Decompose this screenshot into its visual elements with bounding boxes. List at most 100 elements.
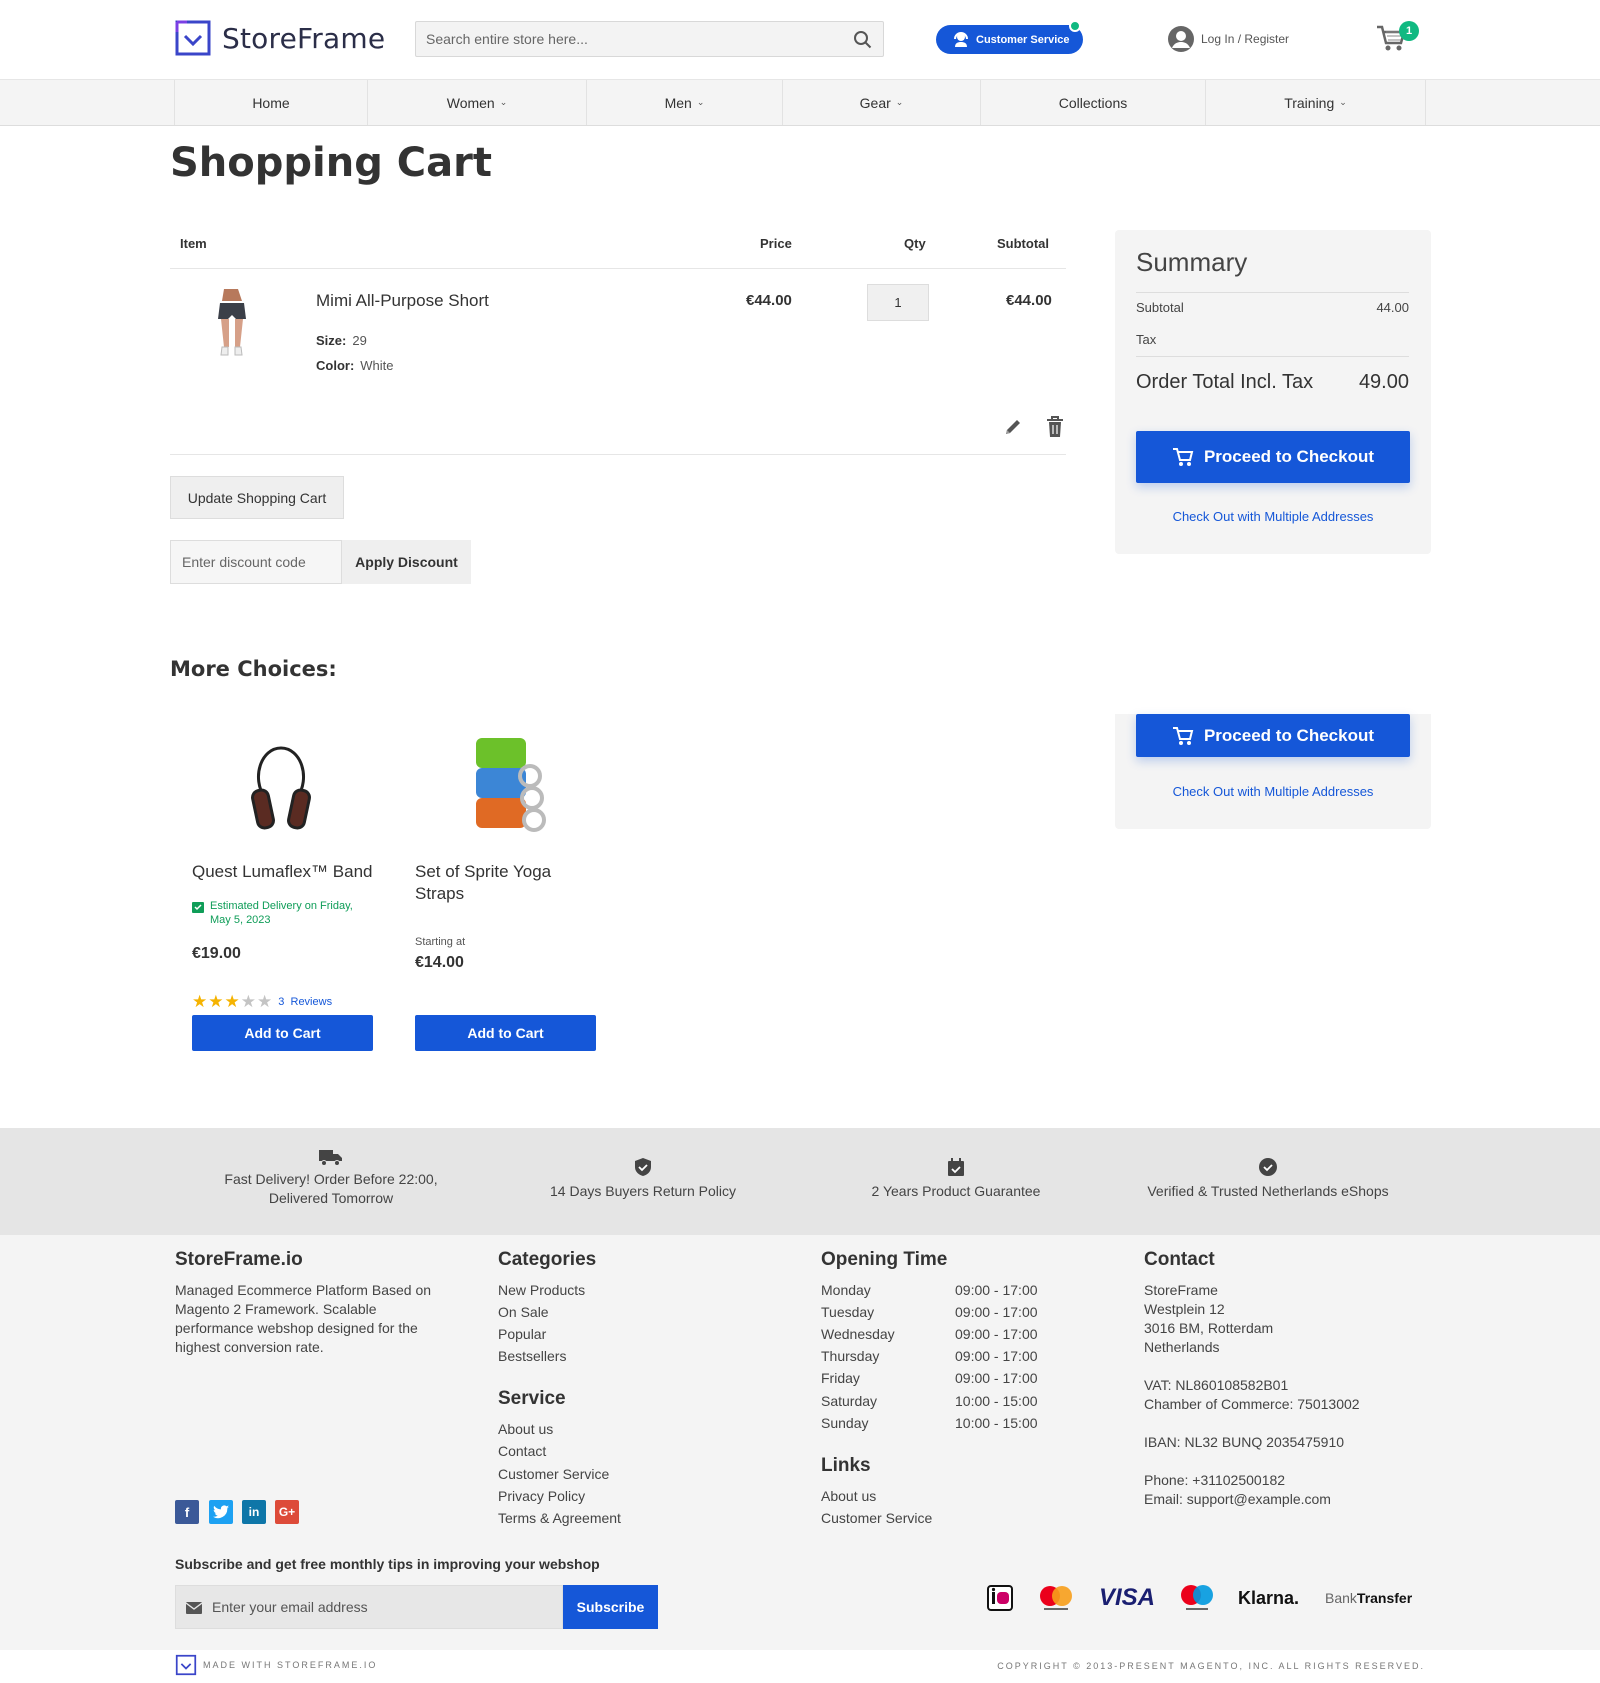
- facebook-icon[interactable]: f: [175, 1500, 199, 1524]
- opening-day: Sunday: [821, 1415, 869, 1431]
- edit-pencil-icon[interactable]: [1003, 417, 1023, 437]
- customer-service-button[interactable]: Customer Service: [936, 25, 1083, 54]
- order-total-row: Order Total Incl. Tax 49.00: [1136, 371, 1409, 394]
- linkedin-icon[interactable]: in: [242, 1500, 266, 1524]
- store-logo[interactable]: StoreFrame: [174, 19, 385, 57]
- add-to-cart-button[interactable]: Add to Cart: [192, 1015, 373, 1051]
- newsletter-form: [175, 1585, 563, 1629]
- nav-item-men[interactable]: Men ⌄: [587, 80, 783, 125]
- footer-link[interactable]: Bestsellers: [498, 1348, 566, 1364]
- twitter-icon[interactable]: [209, 1500, 233, 1524]
- transfer-text: Transfer: [1356, 1590, 1413, 1606]
- search-icon[interactable]: [853, 30, 873, 50]
- footer-link[interactable]: Popular: [498, 1326, 546, 1342]
- proceed-to-checkout-button-sticky[interactable]: Proceed to Checkout: [1136, 714, 1410, 757]
- cart-count-badge: 1: [1399, 21, 1419, 41]
- subtotal-row: Subtotal 44.00: [1136, 300, 1409, 315]
- subscribe-button[interactable]: Subscribe: [563, 1585, 658, 1629]
- user-icon: [1168, 26, 1194, 52]
- footer-link[interactable]: On Sale: [498, 1304, 549, 1320]
- headset-icon: [954, 32, 968, 47]
- yoga-straps-image[interactable]: [468, 734, 554, 844]
- size-label: Size:: [316, 333, 347, 348]
- chevron-down-icon: ⌄: [895, 97, 904, 107]
- multiple-addresses-link[interactable]: Check Out with Multiple Addresses: [1136, 509, 1410, 524]
- footer-link[interactable]: Contact: [498, 1443, 546, 1459]
- more-choices-title: More Choices:: [170, 657, 337, 681]
- google-plus-icon[interactable]: G+: [275, 1500, 299, 1524]
- usp-bar: Fast Delivery! Order Before 22:00, Deliv…: [0, 1128, 1600, 1235]
- nav-item-women[interactable]: Women ⌄: [368, 80, 587, 125]
- trash-icon[interactable]: [1046, 416, 1064, 438]
- contact-line[interactable]: Email: support@example.com: [1144, 1490, 1331, 1509]
- chevron-down-icon: ⌄: [696, 97, 705, 107]
- logo-icon: [175, 1654, 197, 1676]
- opening-hours: 09:00 - 17:00: [955, 1282, 1038, 1298]
- contact-line: VAT: NL860108582B01: [1144, 1377, 1289, 1393]
- check-circle-icon: [1259, 1158, 1277, 1176]
- nav-item-home[interactable]: Home: [175, 80, 368, 125]
- star-filled-icon: ★: [224, 992, 240, 1011]
- footer-about-text: Managed Ecommerce Platform Based on Mage…: [175, 1282, 432, 1355]
- column-header-price: Price: [760, 236, 792, 251]
- discount-code-input[interactable]: [171, 541, 341, 583]
- nav-item-training[interactable]: Training ⌄: [1206, 80, 1426, 125]
- apply-discount-button[interactable]: Apply Discount: [341, 540, 471, 584]
- contact-line: IBAN: NL32 BUNQ 2035475910: [1144, 1434, 1345, 1450]
- nav-item-collections[interactable]: Collections: [981, 80, 1206, 125]
- footer-link[interactable]: Customer Service: [821, 1510, 932, 1526]
- add-to-cart-button[interactable]: Add to Cart: [415, 1015, 596, 1051]
- footer-link[interactable]: About us: [821, 1488, 876, 1504]
- made-with-link[interactable]: MADE WITH STOREFRAME.IO: [175, 1654, 377, 1676]
- star-empty-icon: ★: [257, 992, 273, 1011]
- nav-item-gear[interactable]: Gear ⌄: [783, 80, 981, 125]
- order-total-label: Order Total Incl. Tax: [1136, 371, 1314, 393]
- item-price: €44.00: [746, 292, 792, 309]
- footer-categories-title: Categories: [498, 1249, 597, 1270]
- cart-icon: [1172, 726, 1194, 745]
- rating-stars: ★ ★ ★ ★ ★ 3 Reviews: [192, 993, 332, 1010]
- footer-link[interactable]: New Products: [498, 1282, 585, 1298]
- product-card-name[interactable]: Quest Lumaflex™ Band: [192, 861, 392, 883]
- product-size: Size: 29: [316, 333, 367, 348]
- shield-check-icon: [635, 1158, 651, 1176]
- product-image[interactable]: [210, 287, 258, 363]
- login-link[interactable]: Log In / Register: [1167, 25, 1289, 53]
- usp-item: 2 Years Product Guarantee: [853, 1128, 1059, 1235]
- contact-line: Phone: +31102500182: [1144, 1472, 1286, 1488]
- calendar-check-icon: [192, 902, 204, 913]
- opening-hours: 09:00 - 17:00: [955, 1370, 1038, 1386]
- divider: [1136, 292, 1409, 293]
- contact-line: 3016 BM, Rotterdam: [1144, 1320, 1274, 1336]
- update-cart-button[interactable]: Update Shopping Cart: [170, 476, 344, 519]
- chevron-down-icon: ⌄: [499, 97, 508, 107]
- color-value: White: [360, 358, 394, 373]
- logo-text: StoreFrame: [222, 21, 386, 55]
- tax-label: Tax: [1136, 332, 1157, 347]
- opening-day: Monday: [821, 1282, 871, 1298]
- made-with-text: MADE WITH STOREFRAME.IO: [203, 1660, 378, 1670]
- search-input[interactable]: [416, 22, 836, 56]
- proceed-to-checkout-button[interactable]: Proceed to Checkout: [1136, 431, 1410, 483]
- multiple-addresses-link-sticky[interactable]: Check Out with Multiple Addresses: [1136, 784, 1410, 799]
- reviews-label: Reviews: [290, 995, 333, 1008]
- klarna-icon: Klarna.: [1238, 1587, 1300, 1608]
- quantity-input[interactable]: [867, 284, 929, 321]
- logo-icon: [175, 20, 211, 56]
- footer-link[interactable]: About us: [498, 1421, 553, 1437]
- footer-link[interactable]: Customer Service: [498, 1466, 609, 1482]
- visa-icon: VISA: [1099, 1584, 1156, 1611]
- newsletter-email-input[interactable]: [212, 1586, 552, 1628]
- jump-rope-image[interactable]: [245, 740, 319, 838]
- reviews-link[interactable]: 3 Reviews: [278, 996, 332, 1008]
- footer-link[interactable]: Terms & Agreement: [498, 1510, 621, 1526]
- product-name[interactable]: Mimi All-Purpose Short: [316, 291, 489, 311]
- footer-link[interactable]: Privacy Policy: [498, 1488, 585, 1504]
- product-card-name[interactable]: Set of Sprite Yoga Straps: [415, 861, 575, 905]
- usp-text: Fast Delivery! Order Before 22:00, Deliv…: [224, 1171, 438, 1206]
- usp-item: Verified & Trusted Netherlands eShops: [1130, 1128, 1406, 1235]
- column-header-qty: Qty: [904, 236, 926, 251]
- opening-day: Tuesday: [821, 1304, 875, 1320]
- page-title: Shopping Cart: [170, 140, 492, 186]
- opening-hours: 10:00 - 15:00: [955, 1393, 1038, 1409]
